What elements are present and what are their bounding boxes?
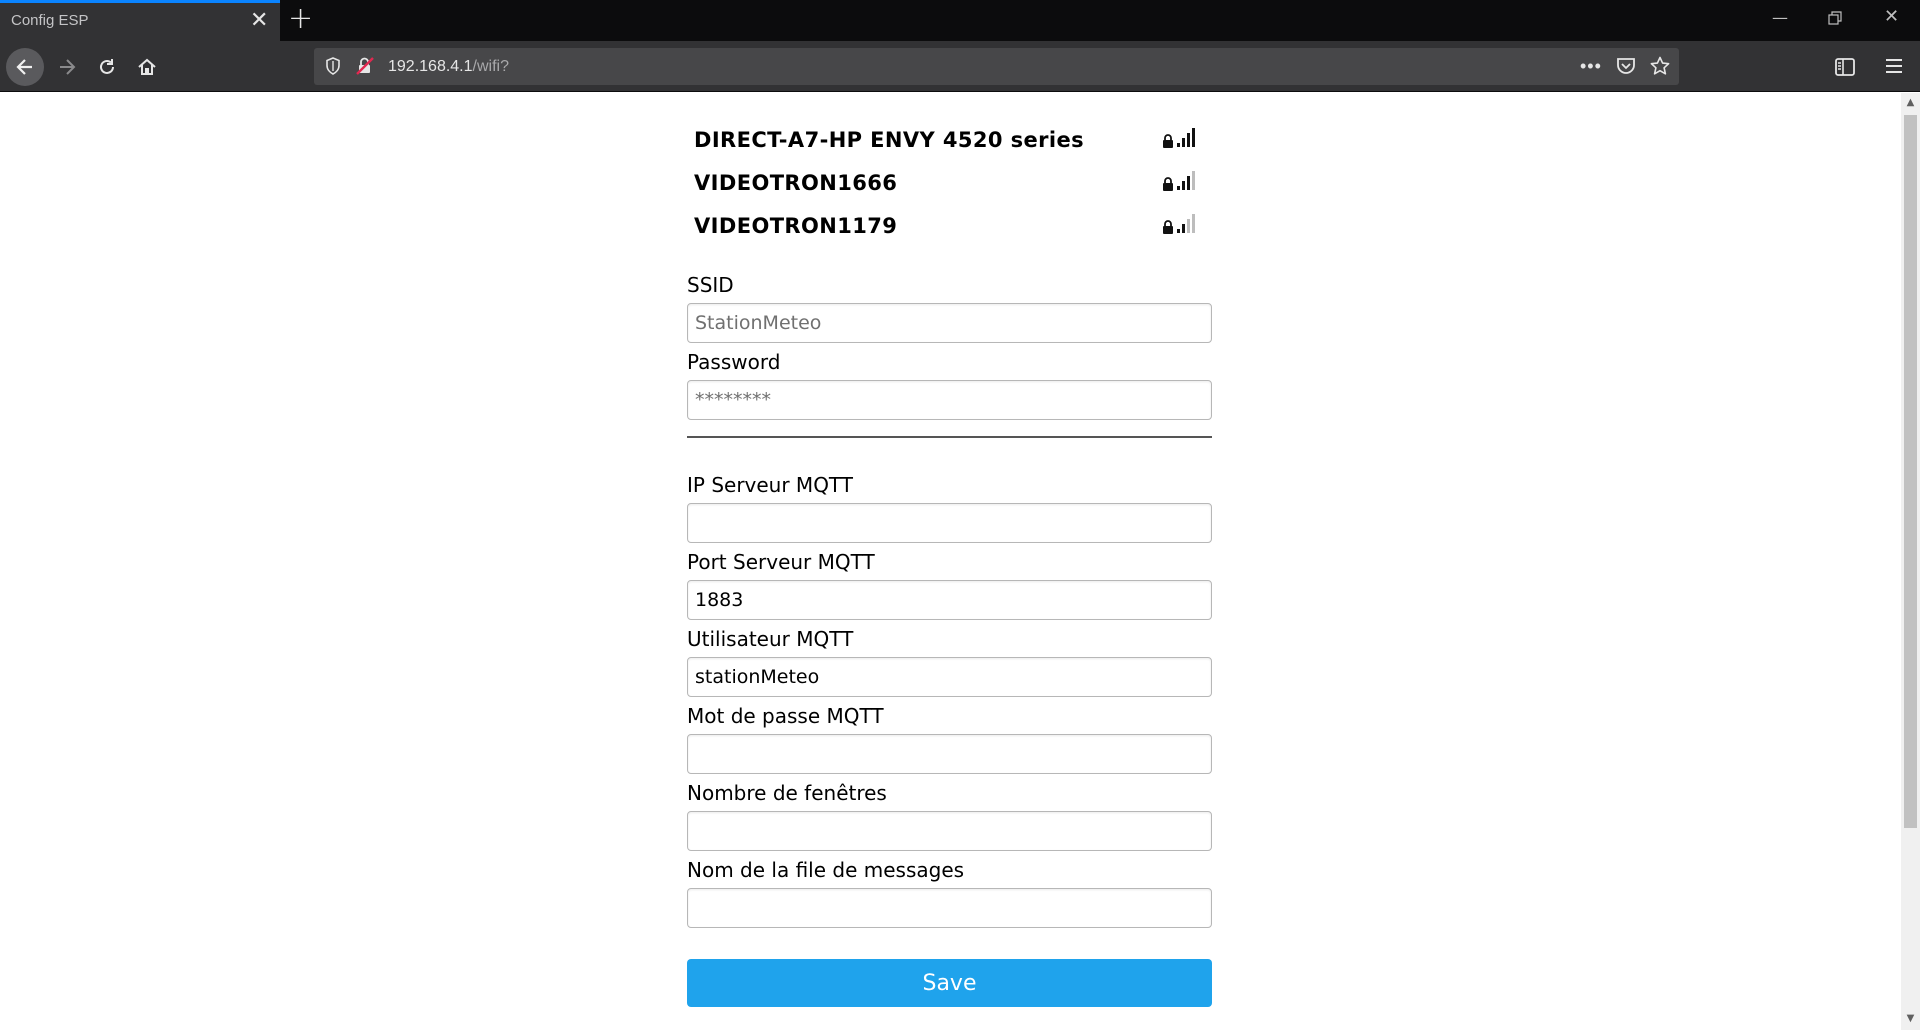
tracking-shield-icon[interactable]	[325, 57, 341, 80]
new-tab-icon[interactable]: +	[288, 4, 313, 34]
wifi-network-ssid[interactable]: VIDEOTRON1179	[694, 214, 897, 238]
signal-strength-icon	[1177, 126, 1197, 152]
reload-icon	[100, 59, 114, 74]
signal-strength-icon	[1177, 169, 1197, 195]
mqtt-port-label: Port Serveur MQTT	[687, 550, 875, 574]
restore-icon[interactable]	[1828, 10, 1842, 29]
save-button[interactable]: Save	[687, 959, 1212, 1007]
mqtt-ip-input[interactable]	[687, 503, 1212, 543]
menu-hamburger-icon[interactable]	[1885, 58, 1903, 78]
lock-icon	[1162, 176, 1174, 195]
browser-toolbar: 192.168.4.1/wifi? •••	[0, 41, 1920, 92]
window-count-label: Nombre de fenêtres	[687, 781, 887, 805]
password-label: Password	[687, 350, 781, 374]
scroll-down-arrow-icon[interactable]: ▼	[1905, 1013, 1916, 1024]
home-icon	[138, 58, 156, 75]
back-arrow-icon	[16, 59, 32, 75]
mqtt-port-input[interactable]	[687, 580, 1212, 620]
wifi-network-ssid[interactable]: VIDEOTRON1666	[694, 171, 897, 195]
forward-button[interactable]	[48, 48, 86, 86]
wifi-network-item[interactable]: DIRECT-A7-HP ENVY 4520 series	[694, 128, 1204, 168]
url-path: /wifi?	[472, 58, 509, 75]
lock-icon	[1162, 219, 1174, 238]
scrollbar-thumb[interactable]	[1904, 115, 1917, 828]
forward-arrow-icon	[60, 59, 76, 75]
window-count-input[interactable]	[687, 811, 1212, 851]
tab-close-icon[interactable]: ✕	[250, 8, 268, 32]
vertical-scrollbar[interactable]: ▲ ▼	[1901, 93, 1920, 1030]
password-input[interactable]	[687, 380, 1212, 420]
signal-strength-icon	[1177, 212, 1197, 238]
back-button[interactable]	[6, 48, 44, 86]
home-button[interactable]	[128, 48, 166, 86]
pocket-icon[interactable]	[1616, 57, 1636, 80]
ssid-label: SSID	[687, 273, 734, 297]
insecure-connection-icon[interactable]	[356, 57, 374, 80]
wifi-network-item[interactable]: VIDEOTRON1666	[694, 171, 1204, 211]
mqtt-user-label: Utilisateur MQTT	[687, 627, 854, 651]
reload-button[interactable]	[88, 48, 126, 86]
ssid-input[interactable]	[687, 303, 1212, 343]
mqtt-ip-label: IP Serveur MQTT	[687, 473, 854, 497]
tab-title: Config ESP	[11, 12, 89, 29]
queue-name-label: Nom de la file de messages	[687, 858, 965, 882]
sidebar-toggle-icon[interactable]	[1835, 58, 1855, 80]
scroll-up-arrow-icon[interactable]: ▲	[1905, 97, 1916, 108]
wifi-network-ssid[interactable]: DIRECT-A7-HP ENVY 4520 series	[694, 128, 1084, 152]
browser-titlebar: Config ESP ✕ + — ✕	[0, 0, 1920, 41]
url-host: 192.168.4.1	[388, 58, 473, 75]
wifi-network-item[interactable]: VIDEOTRON1179	[694, 214, 1204, 254]
tab-config-esp[interactable]: Config ESP ✕	[0, 0, 280, 41]
queue-name-input[interactable]	[687, 888, 1212, 928]
bookmark-star-icon[interactable]	[1650, 56, 1670, 81]
minimize-icon[interactable]: —	[1772, 8, 1788, 27]
close-window-icon[interactable]: ✕	[1884, 6, 1899, 27]
section-divider	[687, 436, 1212, 438]
mqtt-password-input[interactable]	[687, 734, 1212, 774]
lock-icon	[1162, 133, 1174, 152]
url-text: 192.168.4.1/wifi?	[388, 58, 509, 76]
url-bar[interactable]: 192.168.4.1/wifi? •••	[314, 48, 1679, 85]
mqtt-user-input[interactable]	[687, 657, 1212, 697]
page-actions-icon[interactable]: •••	[1580, 56, 1602, 77]
mqtt-password-label: Mot de passe MQTT	[687, 704, 884, 728]
